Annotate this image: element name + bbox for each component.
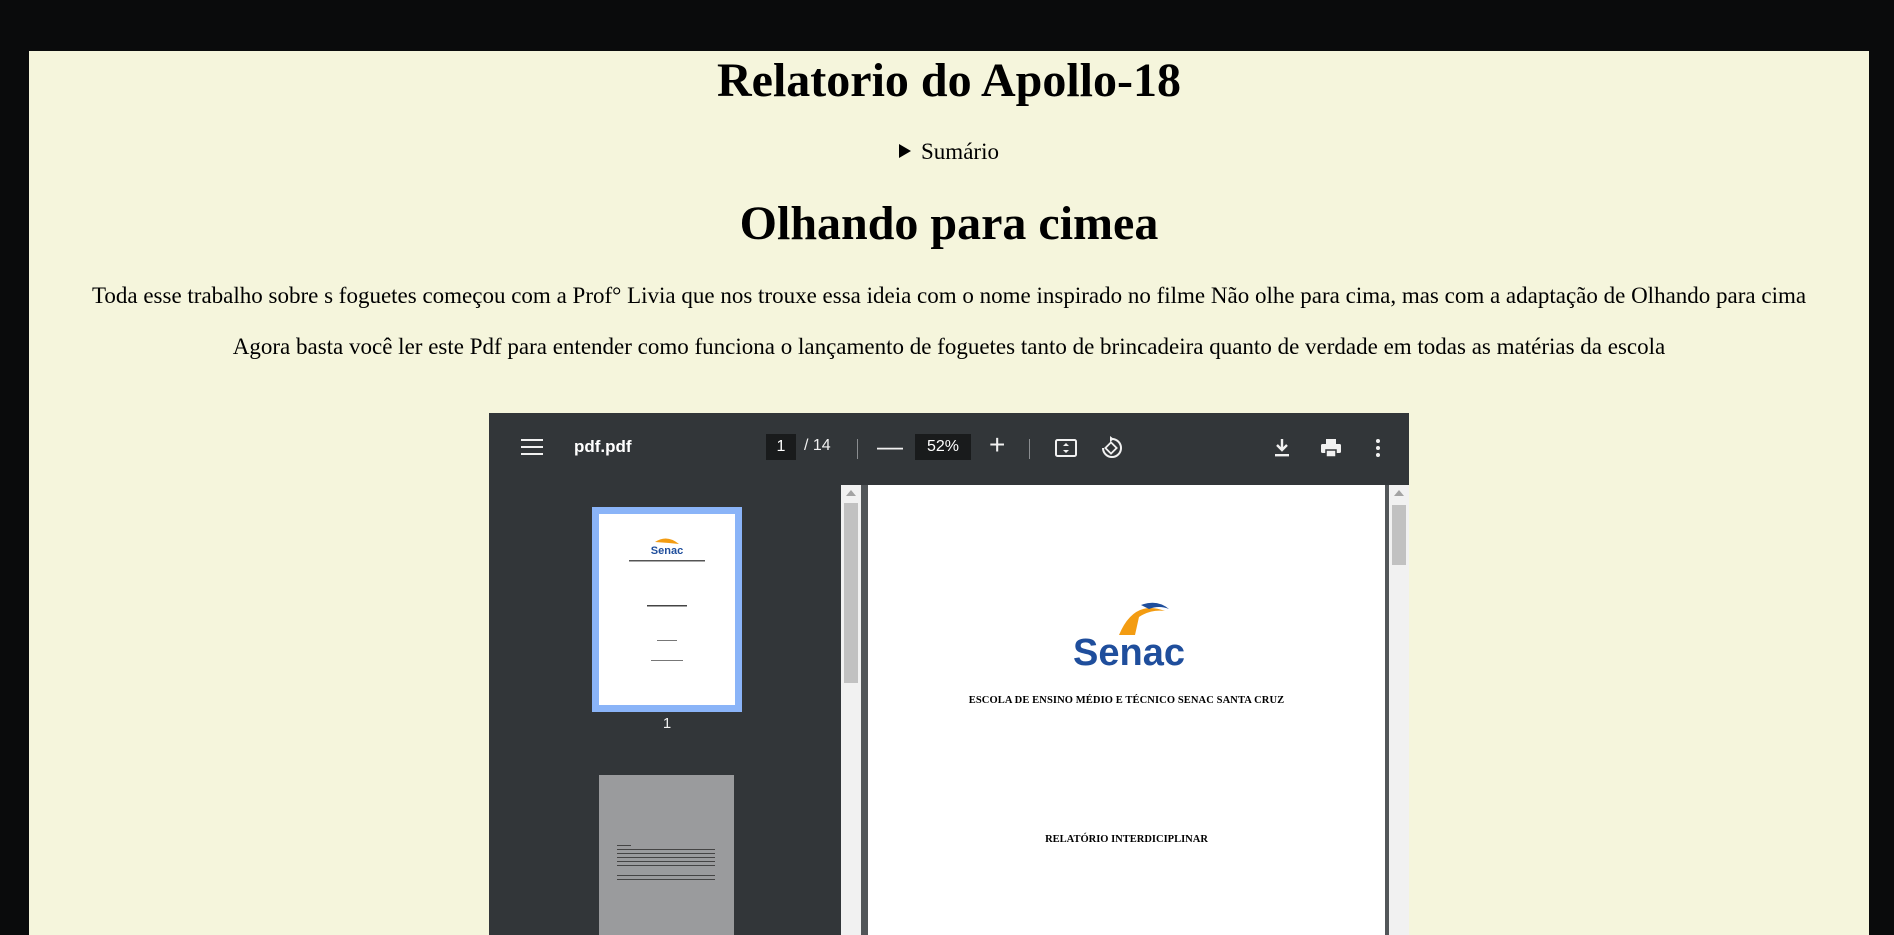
- page-title: Relatorio do Apollo-18: [717, 54, 1181, 107]
- page-total: / 14: [804, 437, 831, 454]
- rotate-icon[interactable]: [1098, 435, 1124, 461]
- fit-to-page-icon[interactable]: [1053, 435, 1079, 461]
- pdf-viewer: pdf.pdf 1 / 14 — 52% + Senac 1 Senac ESC…: [489, 413, 1409, 935]
- download-icon[interactable]: [1269, 435, 1295, 461]
- instruction-paragraph: Agora basta você ler este Pdf para enten…: [232, 334, 1666, 359]
- disclosure-triangle-icon: [899, 144, 912, 158]
- document-scrollbar[interactable]: [1389, 485, 1409, 935]
- print-icon[interactable]: [1318, 435, 1344, 461]
- senac-logo-icon: Senac: [1073, 602, 1185, 669]
- thumbnail-sidebar: Senac 1: [489, 485, 841, 935]
- zoom-out-button[interactable]: —: [877, 431, 903, 461]
- summary-toggle[interactable]: Sumário: [29, 137, 1869, 167]
- sidebar-scrollbar[interactable]: [841, 485, 861, 935]
- thumbnail-number: 1: [662, 715, 672, 732]
- svg-text:Senac: Senac: [651, 545, 683, 557]
- sidebar-scrollbar-thumb[interactable]: [844, 503, 858, 683]
- toolbar-divider: [857, 439, 858, 459]
- toolbar-divider: [1029, 439, 1030, 459]
- scroll-up-arrow-icon[interactable]: [846, 490, 856, 496]
- file-name: pdf.pdf: [574, 437, 632, 456]
- page-number-input[interactable]: 1: [766, 434, 796, 460]
- document-scrollbar-thumb[interactable]: [1392, 505, 1406, 565]
- section-title: Olhando para cimea: [739, 197, 1159, 250]
- thumbnail-page-2[interactable]: [599, 775, 734, 935]
- intro-paragraph: Toda esse trabalho sobre s foguetes come…: [91, 283, 1807, 308]
- svg-text:Senac: Senac: [1073, 632, 1185, 669]
- pdf-toolbar: pdf.pdf 1 / 14 — 52% +: [489, 413, 1409, 485]
- report-title: RELATÓRIO INTERDICIPLINAR: [1045, 834, 1208, 845]
- web-page: Relatorio do Apollo-18 Sumário Olhando p…: [29, 51, 1869, 935]
- zoom-level-input[interactable]: 52%: [915, 434, 971, 460]
- pdf-page: Senac ESCOLA DE ENSINO MÉDIO E TÉCNICO S…: [868, 485, 1385, 935]
- zoom-in-button[interactable]: +: [989, 429, 1005, 461]
- school-name: ESCOLA DE ENSINO MÉDIO E TÉCNICO SENAC S…: [968, 695, 1285, 706]
- scroll-up-arrow-icon[interactable]: [1394, 490, 1404, 496]
- summary-label: Sumário: [921, 139, 999, 164]
- menu-icon[interactable]: [521, 439, 543, 457]
- more-vertical-icon[interactable]: [1365, 435, 1391, 461]
- thumbnail-page-1[interactable]: Senac: [592, 507, 742, 712]
- thumbnail-page-1-content: Senac: [599, 514, 735, 705]
